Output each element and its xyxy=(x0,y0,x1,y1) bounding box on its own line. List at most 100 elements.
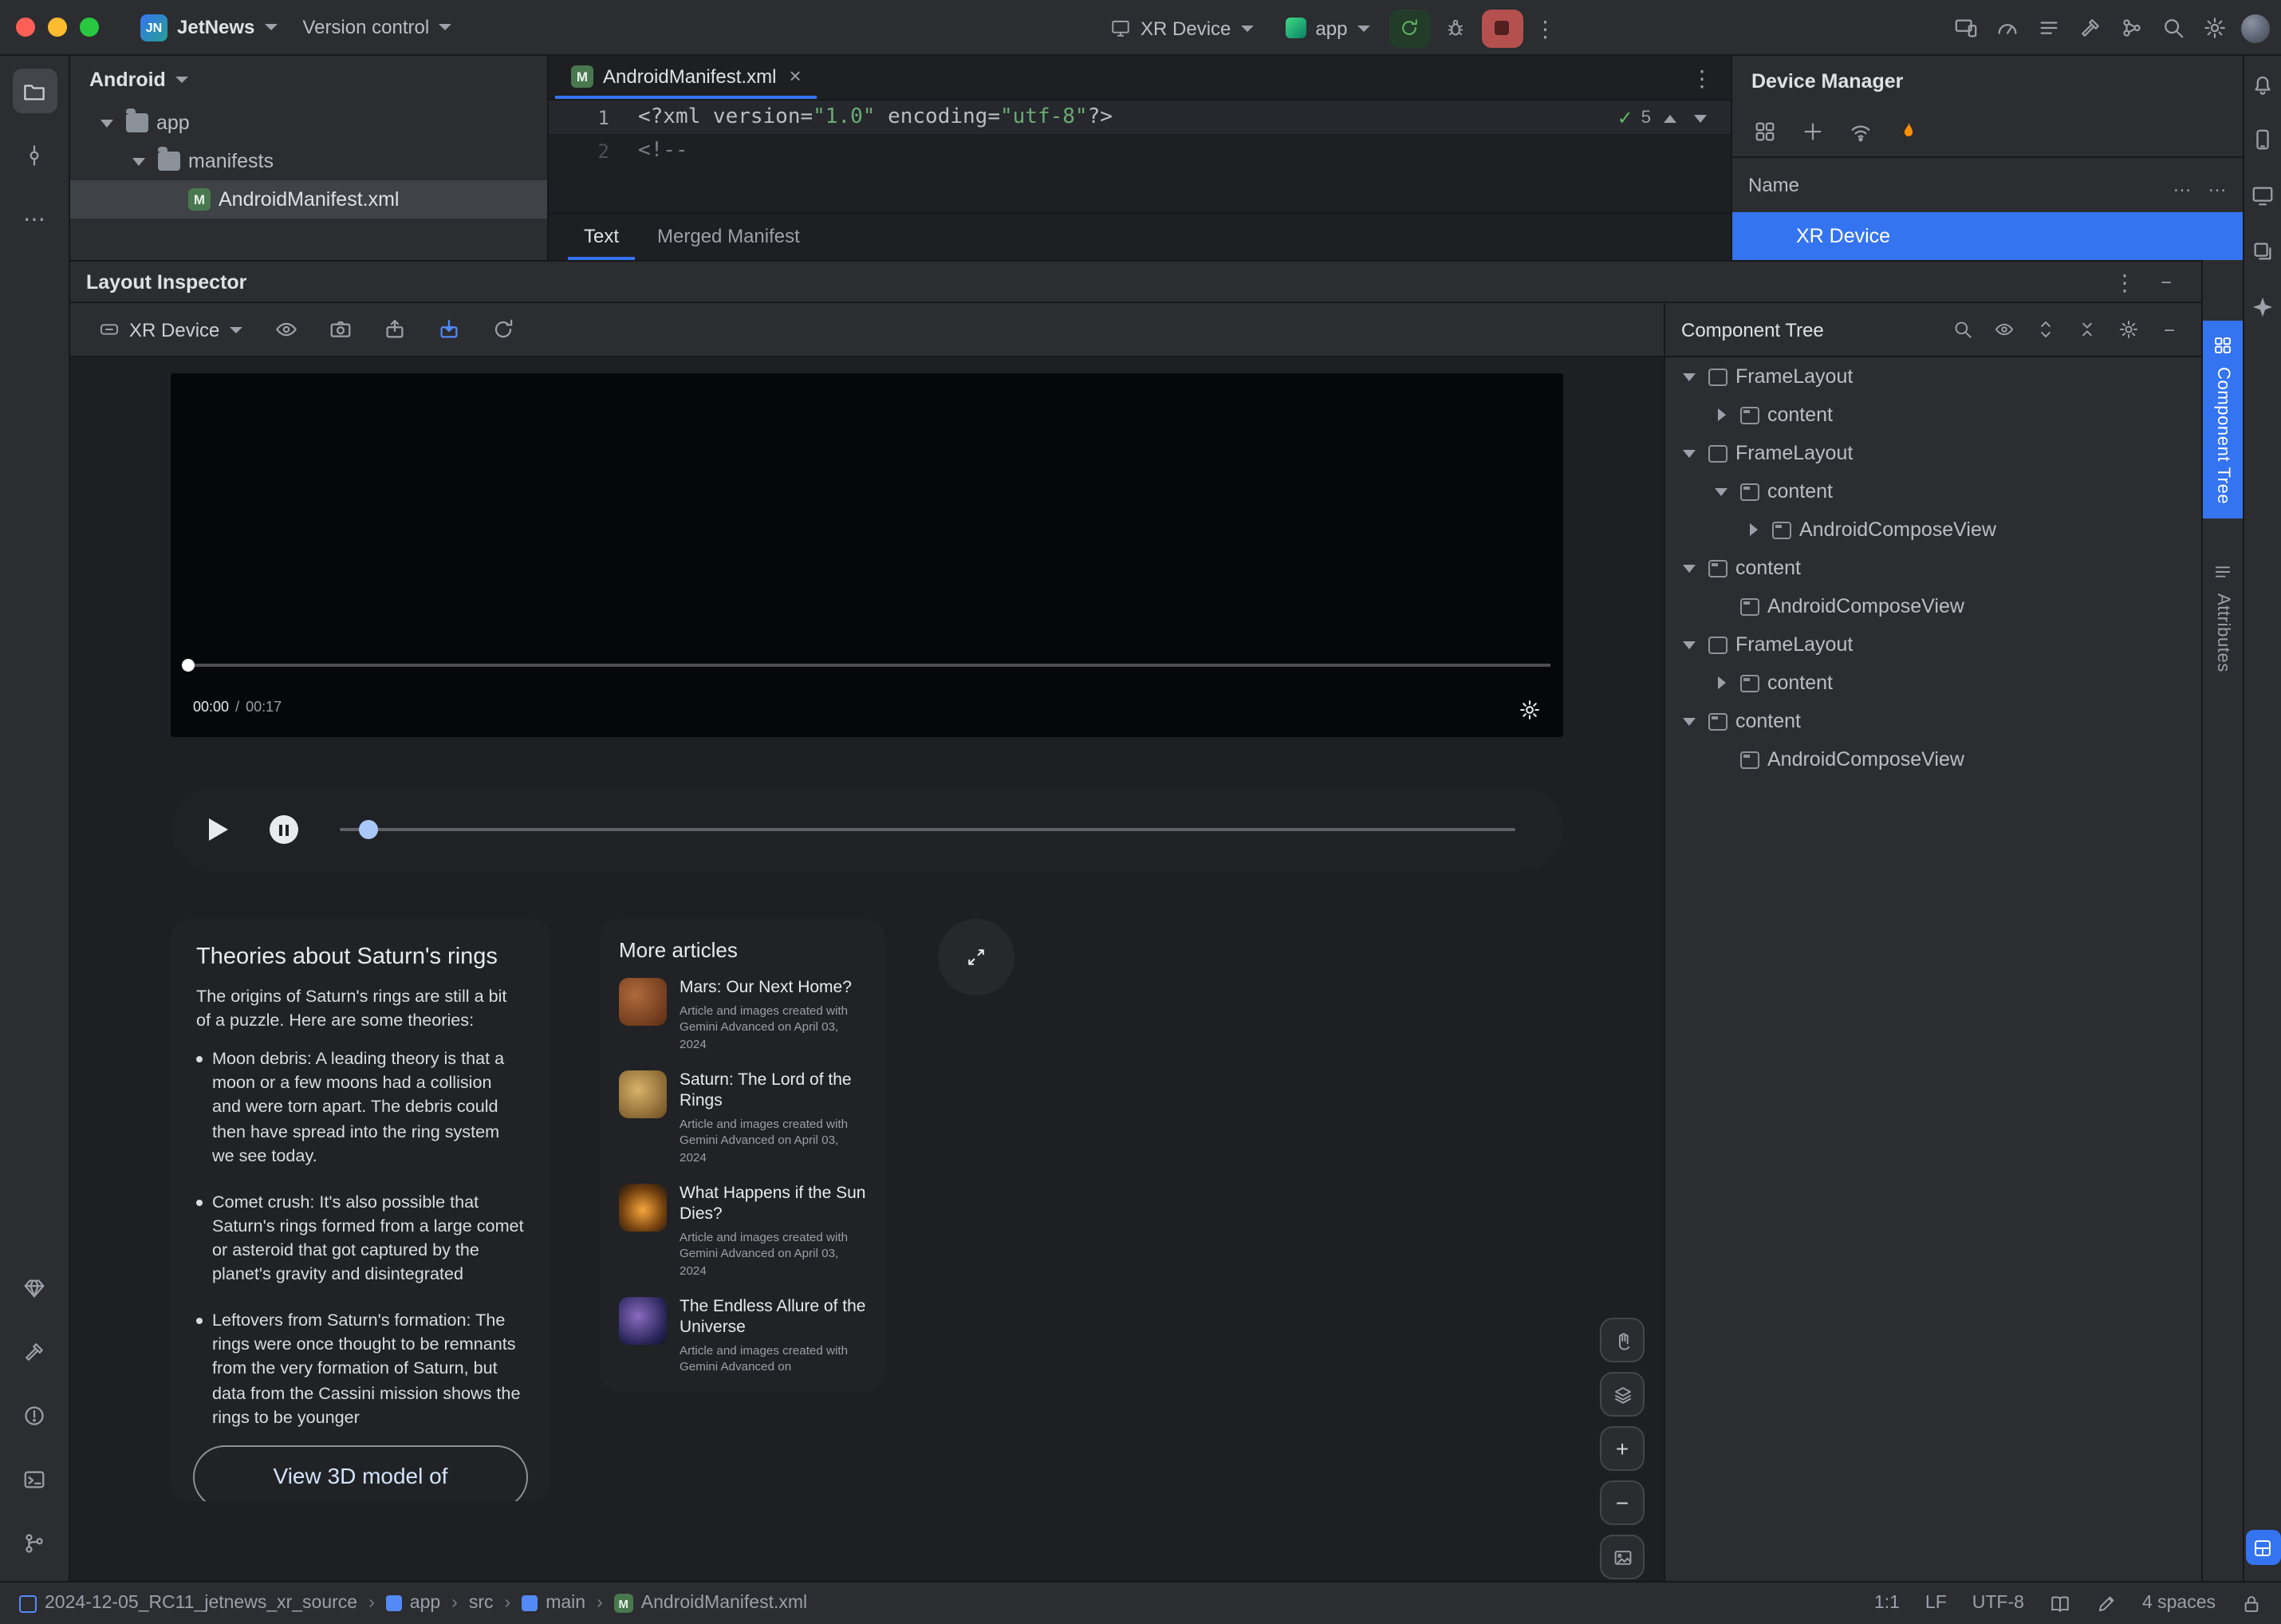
caret-position[interactable]: 1:1 xyxy=(1874,1594,1900,1613)
tree-node[interactable]: content xyxy=(1665,664,2201,702)
version-control-toolwindow-button[interactable] xyxy=(12,1520,57,1565)
collapse-all-icon[interactable] xyxy=(2067,310,2106,349)
visibility-options-icon[interactable] xyxy=(267,310,305,349)
audio-player-controls[interactable] xyxy=(171,788,1563,871)
article-item[interactable]: What Happens if the Sun Dies? Article and… xyxy=(619,1183,866,1279)
3d-mode-button[interactable] xyxy=(1600,1372,1645,1417)
expander-icon[interactable] xyxy=(128,150,150,172)
tree-node[interactable]: FrameLayout xyxy=(1665,434,2201,472)
gemini-icon[interactable] xyxy=(2251,295,2275,319)
article-item[interactable]: Mars: Our Next Home? Article and images c… xyxy=(619,978,866,1053)
run-configuration-selector[interactable]: app xyxy=(1272,7,1382,49)
import-snapshot-icon[interactable] xyxy=(430,310,468,349)
prev-problem-icon[interactable] xyxy=(1659,107,1681,129)
inspector-device-selector[interactable]: XR Device xyxy=(89,310,251,349)
zoom-to-fit-button[interactable] xyxy=(1600,1535,1645,1579)
tab-merged-manifest[interactable]: Merged Manifest xyxy=(641,215,816,260)
pause-button[interactable] xyxy=(270,815,298,844)
profiler-icon[interactable] xyxy=(1988,9,2026,47)
device-explorer-icon[interactable] xyxy=(2251,239,2275,263)
tree-node[interactable]: content xyxy=(1665,396,2201,434)
close-window-button[interactable] xyxy=(16,18,35,37)
expander-icon[interactable] xyxy=(1710,480,1732,503)
more-run-options-icon[interactable]: ⋮ xyxy=(1529,9,1561,47)
expand-button[interactable] xyxy=(938,919,1014,995)
stop-button[interactable] xyxy=(1481,9,1523,47)
tab-attributes[interactable]: Attributes xyxy=(2202,547,2244,687)
commit-toolwindow-button[interactable] xyxy=(12,132,57,177)
tab-component-tree[interactable]: Component Tree xyxy=(2202,321,2244,519)
pan-tool-button[interactable] xyxy=(1600,1318,1645,1362)
device-streaming-icon[interactable] xyxy=(1946,9,1984,47)
pair-wifi-icon[interactable] xyxy=(1841,112,1879,151)
project-toolwindow-button[interactable] xyxy=(12,69,57,113)
tree-node[interactable]: AndroidComposeView xyxy=(1665,510,2201,549)
tree-item-androidmanifest[interactable]: M AndroidManifest.xml xyxy=(70,180,547,219)
expand-all-icon[interactable] xyxy=(2026,310,2064,349)
search-icon[interactable] xyxy=(2153,9,2192,47)
tree-node[interactable]: content xyxy=(1665,549,2201,587)
project-view-selector[interactable]: Android xyxy=(70,56,547,104)
tree-item-manifests[interactable]: manifests xyxy=(70,142,547,180)
expander-icon[interactable] xyxy=(96,112,118,134)
next-problem-icon[interactable] xyxy=(1689,107,1712,129)
code-area[interactable]: 1 <?xml version="1.0" encoding="utf-8"?>… xyxy=(549,101,1731,168)
tab-text[interactable]: Text xyxy=(568,215,636,260)
tree-node[interactable]: AndroidComposeView xyxy=(1665,740,2201,778)
play-icon[interactable] xyxy=(209,818,228,841)
expander-icon[interactable] xyxy=(1710,672,1732,694)
add-device-icon[interactable] xyxy=(1793,112,1831,151)
article-item[interactable]: The Endless Allure of the Universe Articl… xyxy=(619,1296,866,1377)
video-settings-icon[interactable] xyxy=(1519,699,1541,721)
inspections-widget[interactable]: ✓ 5 xyxy=(1617,104,1712,132)
layout-inspector-toolwindow-button[interactable] xyxy=(2245,1530,2280,1565)
device-selector[interactable]: XR Device xyxy=(1097,7,1266,49)
hide-tree-icon[interactable]: − xyxy=(2150,310,2188,349)
running-devices-icon[interactable] xyxy=(2251,128,2275,152)
panel-options-icon[interactable]: ⋮ xyxy=(2109,262,2141,301)
breadcrumb-item-main[interactable]: main xyxy=(522,1594,585,1613)
breadcrumb-item-src[interactable]: src xyxy=(469,1594,494,1613)
more-tool-windows-icon[interactable]: ⋯ xyxy=(12,196,57,241)
highlight-icon[interactable] xyxy=(1984,310,2023,349)
terminal-toolwindow-button[interactable] xyxy=(12,1456,57,1501)
file-encoding[interactable]: UTF-8 xyxy=(1972,1594,2024,1613)
video-player[interactable]: 00:00 / 00:17 xyxy=(171,373,1563,737)
tree-settings-icon[interactable] xyxy=(2109,310,2147,349)
breadcrumb-item-manifest[interactable]: M AndroidManifest.xml xyxy=(613,1594,807,1613)
build-icon[interactable] xyxy=(2070,9,2109,47)
expander-icon[interactable] xyxy=(1742,518,1764,541)
close-tab-icon[interactable]: × xyxy=(789,64,801,88)
device-render-view[interactable]: 00:00 / 00:17 Theories about Saturn's ri… xyxy=(70,357,1664,1581)
minimize-window-button[interactable] xyxy=(48,18,67,37)
refresh-icon[interactable] xyxy=(484,310,522,349)
tree-node[interactable]: content xyxy=(1665,702,2201,740)
name-column-header[interactable]: Name xyxy=(1748,174,1799,196)
user-avatar[interactable] xyxy=(2236,9,2275,47)
project-widget[interactable]: JN JetNews xyxy=(128,6,290,48)
breadcrumb-item-app[interactable]: app xyxy=(385,1594,440,1613)
device-manager-icon[interactable] xyxy=(2251,183,2275,207)
reader-mode-icon[interactable] xyxy=(2050,1593,2070,1614)
pen-icon[interactable] xyxy=(2096,1593,2117,1614)
vcs-widget[interactable]: Version control xyxy=(290,6,464,48)
tree-node[interactable]: content xyxy=(1665,472,2201,510)
device-row-xr-device[interactable]: XR Device xyxy=(1732,212,2243,260)
expander-icon[interactable] xyxy=(1678,710,1700,732)
line-separator[interactable]: LF xyxy=(1925,1594,1947,1613)
tab-androidmanifest[interactable]: M AndroidManifest.xml × xyxy=(555,56,817,99)
article-item[interactable]: Saturn: The Lord of the Rings Article and… xyxy=(619,1070,866,1166)
editor-options-icon[interactable]: ⋮ xyxy=(1686,58,1718,97)
build-toolwindow-button[interactable] xyxy=(12,1329,57,1374)
breadcrumb-item-root[interactable]: 2024-12-05_RC11_jetnews_xr_source xyxy=(19,1594,357,1613)
slider-handle[interactable] xyxy=(359,820,378,839)
lock-icon[interactable] xyxy=(2241,1593,2262,1614)
rerun-button[interactable] xyxy=(1389,9,1431,47)
notifications-icon[interactable] xyxy=(2251,72,2275,96)
seek-slider[interactable] xyxy=(340,820,1515,839)
video-progress-handle[interactable] xyxy=(182,659,195,672)
share-icon[interactable] xyxy=(2112,9,2150,47)
zoom-window-button[interactable] xyxy=(80,18,99,37)
device-grid-icon[interactable] xyxy=(1745,112,1783,151)
zoom-in-button[interactable]: + xyxy=(1600,1426,1645,1471)
